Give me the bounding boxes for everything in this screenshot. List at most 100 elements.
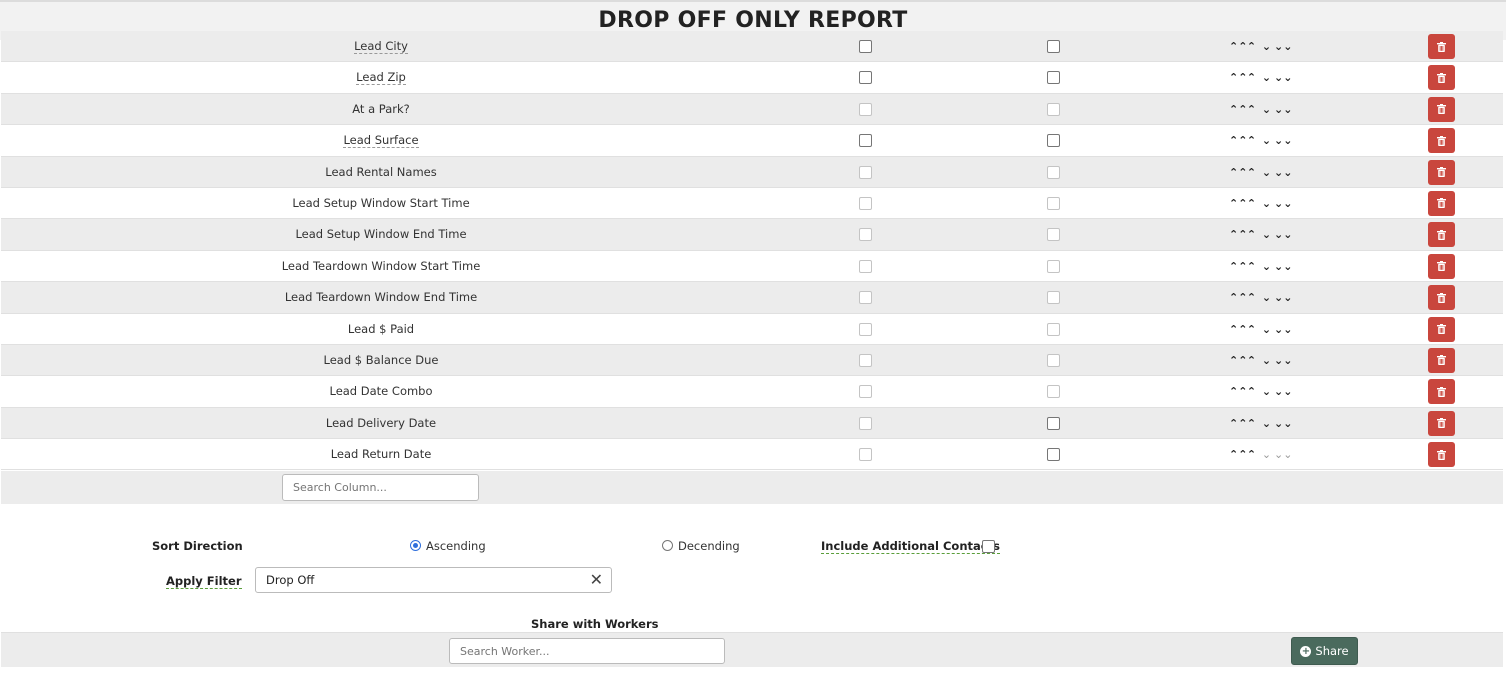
chevron-up-icon[interactable]: ⌃ xyxy=(1244,94,1259,125)
chevron-down-icon[interactable]: ⌄ xyxy=(1259,94,1274,125)
double-chevron-down-icon[interactable]: ⌄⌄ xyxy=(1274,62,1292,93)
double-chevron-down-icon[interactable]: ⌄⌄ xyxy=(1274,219,1292,250)
ascending-label[interactable]: Ascending xyxy=(426,539,486,553)
delete-column-button[interactable] xyxy=(1428,159,1455,185)
column-name: Lead Delivery Date xyxy=(181,408,581,439)
chevron-up-icon[interactable]: ⌃ xyxy=(1244,408,1259,439)
delete-column-button[interactable] xyxy=(1428,410,1455,436)
double-chevron-down-icon[interactable]: ⌄⌄ xyxy=(1274,125,1292,156)
chevron-down-icon[interactable]: ⌄ xyxy=(1259,219,1274,250)
chevron-up-icon[interactable]: ⌃ xyxy=(1244,376,1259,407)
column-checkbox-b[interactable] xyxy=(1047,40,1060,53)
chevron-up-icon[interactable]: ⌃ xyxy=(1244,31,1259,62)
delete-column-button[interactable] xyxy=(1428,34,1455,59)
share-row: + Share xyxy=(1,632,1503,667)
column-checkbox-b[interactable] xyxy=(1047,71,1060,85)
chevron-up-icon[interactable]: ⌃ xyxy=(1244,282,1259,313)
double-chevron-down-icon[interactable]: ⌄⌄ xyxy=(1274,94,1292,125)
column-checkbox-b[interactable] xyxy=(1047,416,1060,430)
chevron-up-icon[interactable]: ⌃ xyxy=(1244,125,1259,156)
chevron-down-icon[interactable]: ⌄ xyxy=(1259,188,1274,219)
ascending-radio[interactable] xyxy=(410,540,421,551)
chevron-down-icon[interactable]: ⌄ xyxy=(1259,31,1274,62)
double-chevron-up-icon[interactable]: ⌃⌃ xyxy=(1229,219,1247,250)
chevron-up-icon[interactable]: ⌃ xyxy=(1244,219,1259,250)
column-checkbox-a[interactable] xyxy=(859,134,872,148)
trash-icon xyxy=(1437,418,1446,429)
double-chevron-down-icon[interactable]: ⌄⌄ xyxy=(1274,314,1292,345)
filter-select[interactable]: Drop Off ✕ xyxy=(255,567,612,593)
chevron-down-icon[interactable]: ⌄ xyxy=(1259,314,1274,345)
search-worker-input[interactable] xyxy=(449,638,725,664)
delete-column-button[interactable] xyxy=(1428,128,1455,154)
column-checkbox-b[interactable] xyxy=(1047,448,1060,462)
double-chevron-up-icon[interactable]: ⌃⌃ xyxy=(1229,314,1247,345)
double-chevron-down-icon[interactable]: ⌄⌄ xyxy=(1274,439,1292,470)
chevron-up-icon[interactable]: ⌃ xyxy=(1244,439,1259,470)
double-chevron-down-icon[interactable]: ⌄⌄ xyxy=(1274,376,1292,407)
table-row: Lead $ Balance Due ⌃⌃⌃ ⌄ ⌄⌄ xyxy=(1,344,1503,377)
column-checkbox-a xyxy=(859,385,872,399)
chevron-down-icon[interactable]: ⌄ xyxy=(1259,345,1274,376)
column-name-text: At a Park? xyxy=(352,101,410,116)
delete-column-button[interactable] xyxy=(1428,65,1455,91)
double-chevron-up-icon[interactable]: ⌃⌃ xyxy=(1229,439,1247,470)
table-row: Lead Date Combo ⌃⌃⌃ ⌄ ⌄⌄ xyxy=(1,376,1503,408)
double-chevron-up-icon[interactable]: ⌃⌃ xyxy=(1229,251,1247,282)
delete-column-button[interactable] xyxy=(1428,222,1455,248)
delete-column-button[interactable] xyxy=(1428,253,1455,279)
chevron-up-icon[interactable]: ⌃ xyxy=(1244,157,1259,188)
double-chevron-up-icon[interactable]: ⌃⌃ xyxy=(1229,62,1247,93)
include-contacts-checkbox[interactable] xyxy=(982,540,995,553)
close-icon[interactable]: ✕ xyxy=(590,568,603,592)
delete-column-button[interactable] xyxy=(1428,379,1455,405)
chevron-down-icon[interactable]: ⌄ xyxy=(1259,408,1274,439)
double-chevron-up-icon[interactable]: ⌃⌃ xyxy=(1229,376,1247,407)
chevron-down-icon[interactable]: ⌄ xyxy=(1259,157,1274,188)
descending-label[interactable]: Decending xyxy=(678,539,740,553)
double-chevron-up-icon[interactable]: ⌃⌃ xyxy=(1229,345,1247,376)
delete-column-button[interactable] xyxy=(1428,96,1455,122)
double-chevron-up-icon[interactable]: ⌃⌃ xyxy=(1229,408,1247,439)
double-chevron-up-icon[interactable]: ⌃⌃ xyxy=(1229,282,1247,313)
delete-column-button[interactable] xyxy=(1428,190,1455,216)
trash-icon xyxy=(1437,355,1446,366)
double-chevron-up-icon[interactable]: ⌃⌃ xyxy=(1229,125,1247,156)
chevron-down-icon[interactable]: ⌄ xyxy=(1259,439,1274,470)
chevron-up-icon[interactable]: ⌃ xyxy=(1244,314,1259,345)
trash-icon xyxy=(1437,292,1446,303)
chevron-up-icon[interactable]: ⌃ xyxy=(1244,345,1259,376)
chevron-down-icon[interactable]: ⌄ xyxy=(1259,282,1274,313)
search-column-input[interactable] xyxy=(282,474,479,501)
double-chevron-up-icon[interactable]: ⌃⌃ xyxy=(1229,157,1247,188)
include-contacts-label: Include Additional Contacts xyxy=(821,539,1000,554)
double-chevron-down-icon[interactable]: ⌄⌄ xyxy=(1274,157,1292,188)
double-chevron-down-icon[interactable]: ⌄⌄ xyxy=(1274,408,1292,439)
double-chevron-down-icon[interactable]: ⌄⌄ xyxy=(1274,31,1292,62)
share-button[interactable]: + Share xyxy=(1291,637,1358,665)
double-chevron-down-icon[interactable]: ⌄⌄ xyxy=(1274,282,1292,313)
column-checkbox-b[interactable] xyxy=(1047,134,1060,148)
double-chevron-down-icon[interactable]: ⌄⌄ xyxy=(1274,345,1292,376)
table-row: Lead Setup Window End Time ⌃⌃⌃ ⌄ ⌄⌄ xyxy=(1,219,1503,251)
delete-column-button[interactable] xyxy=(1428,285,1455,311)
chevron-up-icon[interactable]: ⌃ xyxy=(1244,251,1259,282)
double-chevron-down-icon[interactable]: ⌄⌄ xyxy=(1274,251,1292,282)
chevron-down-icon[interactable]: ⌄ xyxy=(1259,125,1274,156)
delete-column-button[interactable] xyxy=(1428,442,1455,468)
trash-icon xyxy=(1437,198,1446,209)
double-chevron-down-icon[interactable]: ⌄⌄ xyxy=(1274,188,1292,219)
double-chevron-up-icon[interactable]: ⌃⌃ xyxy=(1229,188,1247,219)
double-chevron-up-icon[interactable]: ⌃⌃ xyxy=(1229,94,1247,125)
chevron-down-icon[interactable]: ⌄ xyxy=(1259,251,1274,282)
column-checkbox-a[interactable] xyxy=(859,40,872,53)
column-checkbox-a[interactable] xyxy=(859,71,872,85)
delete-column-button[interactable] xyxy=(1428,347,1455,373)
descending-radio[interactable] xyxy=(662,540,673,551)
chevron-down-icon[interactable]: ⌄ xyxy=(1259,62,1274,93)
chevron-up-icon[interactable]: ⌃ xyxy=(1244,62,1259,93)
chevron-up-icon[interactable]: ⌃ xyxy=(1244,188,1259,219)
delete-column-button[interactable] xyxy=(1428,316,1455,342)
double-chevron-up-icon[interactable]: ⌃⌃ xyxy=(1229,31,1247,62)
chevron-down-icon[interactable]: ⌄ xyxy=(1259,376,1274,407)
